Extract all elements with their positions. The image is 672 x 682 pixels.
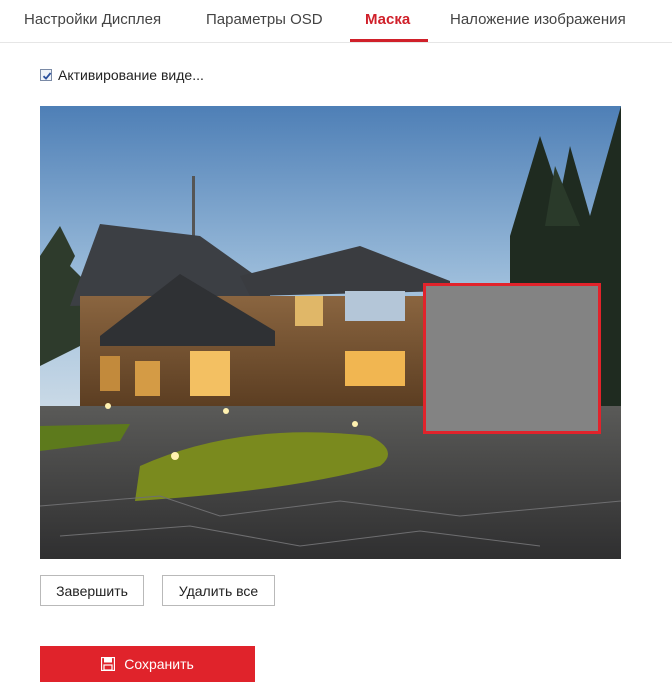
finish-button[interactable]: Завершить [40, 575, 144, 606]
enable-mask-row[interactable]: Активирование виде... [40, 66, 204, 84]
tab-bar: Настройки Дисплея Параметры OSD Маска На… [0, 0, 672, 43]
tab-display-settings[interactable]: Настройки Дисплея [24, 11, 161, 28]
tab-osd-settings[interactable]: Параметры OSD [206, 11, 323, 28]
checkmark-icon [42, 72, 52, 80]
tab-privacy-mask[interactable]: Маска [365, 11, 410, 28]
privacy-mask-area[interactable] [423, 283, 601, 434]
enable-mask-checkbox[interactable] [40, 69, 52, 81]
tab-image-overlay[interactable]: Наложение изображения [450, 11, 626, 28]
active-tab-indicator [350, 39, 428, 42]
enable-mask-label: Активирование виде... [58, 67, 204, 83]
video-preview[interactable] [40, 106, 621, 559]
delete-all-button[interactable]: Удалить все [162, 575, 275, 606]
floppy-disk-icon [101, 656, 116, 672]
save-button-label: Сохранить [124, 656, 194, 672]
save-button[interactable]: Сохранить [40, 646, 255, 682]
